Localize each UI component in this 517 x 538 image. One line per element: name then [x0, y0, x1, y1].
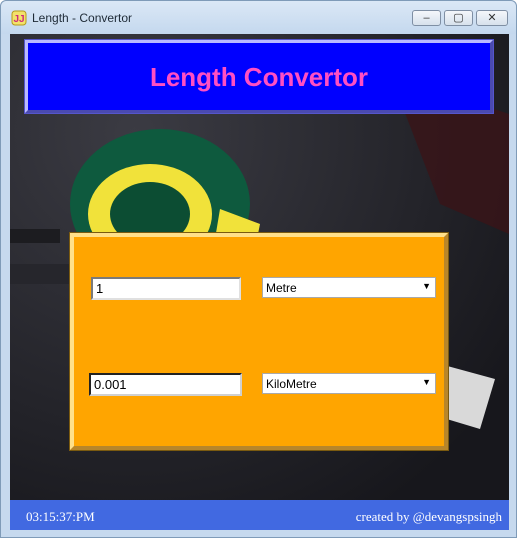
title-bar[interactable]: JJ Length - Convertor – ▢ ✕ [1, 1, 516, 34]
app-logo-icon: JJ [11, 10, 27, 26]
client-area: Length Convertor Metre ▼ KiloMetre ▼ 03:… [10, 34, 509, 530]
converter-panel: Metre ▼ KiloMetre ▼ [70, 233, 448, 450]
close-button[interactable]: ✕ [476, 10, 508, 26]
chevron-down-icon: ▼ [422, 377, 431, 387]
input-unit-select[interactable]: Metre ▼ [262, 277, 436, 298]
credit-label: created by @devangspsingh [355, 509, 502, 524]
output-unit-select[interactable]: KiloMetre ▼ [262, 373, 436, 394]
input-unit-value: Metre [266, 281, 297, 295]
output-value-field[interactable] [89, 373, 242, 396]
input-value-field[interactable] [91, 277, 241, 300]
header-banner: Length Convertor [24, 39, 494, 114]
status-bar: 03:15:37:PM created by @devangspsingh [10, 500, 509, 530]
app-window: JJ Length - Convertor – ▢ ✕ Length Conve… [0, 0, 517, 538]
chevron-down-icon: ▼ [422, 281, 431, 291]
page-title: Length Convertor [149, 62, 369, 92]
minimize-icon: – [423, 12, 430, 24]
window-title: Length - Convertor [32, 11, 133, 25]
minimize-button[interactable]: – [412, 10, 441, 26]
close-icon: ✕ [487, 12, 497, 24]
maximize-icon: ▢ [453, 12, 464, 24]
clock-label: 03:15:37:PM [26, 509, 95, 524]
maximize-button[interactable]: ▢ [444, 10, 473, 26]
output-unit-value: KiloMetre [266, 377, 317, 391]
svg-text:JJ: JJ [13, 14, 24, 25]
